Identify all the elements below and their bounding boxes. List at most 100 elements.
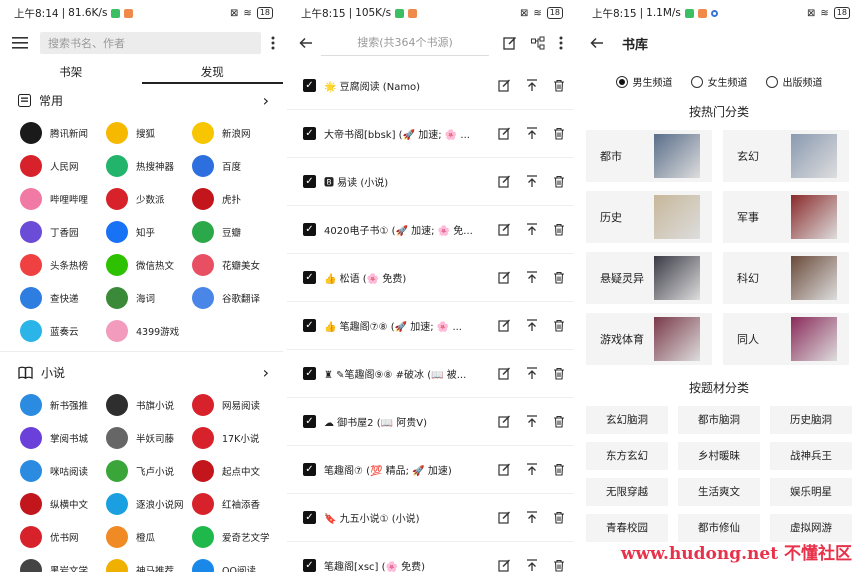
site-item[interactable]: 蓝奏云	[20, 314, 106, 347]
site-item[interactable]: 飞卢小说	[106, 454, 192, 487]
topic-tag[interactable]: 虚拟网游	[770, 514, 852, 542]
category-card[interactable]: 游戏体育	[586, 313, 712, 365]
checkbox[interactable]: ✓	[303, 127, 316, 140]
source-row[interactable]: ✓ ♜ ✎笔趣阁⑨⑧ #破冰 (📖 被...	[287, 350, 573, 398]
site-item[interactable]: 网易阅读	[192, 388, 278, 421]
delete-icon[interactable]	[553, 271, 565, 284]
site-item[interactable]: 优书网	[20, 520, 106, 553]
search-input[interactable]: 搜索书名、作者	[40, 32, 261, 54]
category-card[interactable]: 悬疑灵异	[586, 252, 712, 304]
move-to-top-icon[interactable]	[526, 367, 538, 380]
section-common-header[interactable]: 常用 ›	[0, 84, 283, 116]
more-options-icon[interactable]	[559, 36, 563, 50]
move-to-top-icon[interactable]	[526, 415, 538, 428]
site-item[interactable]: 书旗小说	[106, 388, 192, 421]
group-icon[interactable]	[531, 36, 545, 50]
site-item[interactable]: 黑岩文学	[20, 553, 106, 572]
edit-icon[interactable]	[498, 367, 511, 380]
source-row[interactable]: ✓ 🔖 九五小说① (小说)	[287, 494, 573, 542]
site-item[interactable]: 花瓣美女	[192, 248, 278, 281]
chevron-right-icon[interactable]: ›	[263, 363, 269, 382]
channel-radio[interactable]: 出版频道	[765, 74, 823, 89]
move-to-top-icon[interactable]	[526, 79, 538, 92]
checkbox[interactable]: ✓	[303, 415, 316, 428]
category-card[interactable]: 都市	[586, 130, 712, 182]
site-item[interactable]: 神马推荐	[106, 553, 192, 572]
edit-icon[interactable]	[498, 271, 511, 284]
checkbox[interactable]: ✓	[303, 319, 316, 332]
site-item[interactable]: 微信热文	[106, 248, 192, 281]
move-to-top-icon[interactable]	[526, 127, 538, 140]
edit-icon[interactable]	[498, 175, 511, 188]
search-input[interactable]: 搜索(共364个书源)	[321, 30, 489, 56]
delete-icon[interactable]	[553, 415, 565, 428]
checkbox[interactable]: ✓	[303, 79, 316, 92]
site-item[interactable]: 百度	[192, 149, 278, 182]
category-card[interactable]: 玄幻	[723, 130, 849, 182]
site-item[interactable]: 4399游戏	[106, 314, 192, 347]
channel-radio[interactable]: 女生频道	[690, 74, 748, 89]
topic-tag[interactable]: 娱乐明星	[770, 478, 852, 506]
move-to-top-icon[interactable]	[526, 559, 538, 572]
site-item[interactable]: 查快递	[20, 281, 106, 314]
radio-button-icon[interactable]	[765, 75, 778, 88]
site-item[interactable]: 谷歌翻译	[192, 281, 278, 314]
site-item[interactable]: 豆瓣	[192, 215, 278, 248]
delete-icon[interactable]	[553, 175, 565, 188]
topic-tag[interactable]: 历史脑洞	[770, 406, 852, 434]
topic-tag[interactable]: 都市修仙	[678, 514, 760, 542]
radio-button-icon[interactable]	[615, 75, 628, 88]
checkbox[interactable]: ✓	[303, 463, 316, 476]
topic-tag[interactable]: 都市脑洞	[678, 406, 760, 434]
edit-icon[interactable]	[498, 511, 511, 524]
delete-icon[interactable]	[553, 463, 565, 476]
site-item[interactable]: 掌阅书城	[20, 421, 106, 454]
move-to-top-icon[interactable]	[526, 175, 538, 188]
site-item[interactable]: 腾讯新闻	[20, 116, 106, 149]
more-options-icon[interactable]	[271, 36, 275, 50]
site-item[interactable]: 纵横中文	[20, 487, 106, 520]
category-card[interactable]: 同人	[723, 313, 849, 365]
topic-tag[interactable]: 乡村暖昧	[678, 442, 760, 470]
site-item[interactable]: 搜狐	[106, 116, 192, 149]
site-item[interactable]: QQ阅读	[192, 553, 278, 572]
site-item[interactable]: 红袖添香	[192, 487, 278, 520]
checkbox[interactable]: ✓	[303, 175, 316, 188]
edit-icon[interactable]	[498, 79, 511, 92]
chevron-right-icon[interactable]: ›	[263, 91, 269, 110]
checkbox[interactable]: ✓	[303, 511, 316, 524]
move-to-top-icon[interactable]	[526, 463, 538, 476]
site-item[interactable]: 知乎	[106, 215, 192, 248]
back-arrow-icon[interactable]	[299, 37, 313, 49]
site-item[interactable]: 17K小说	[192, 421, 278, 454]
site-item[interactable]: 橙瓜	[106, 520, 192, 553]
edit-icon[interactable]	[498, 223, 511, 236]
delete-icon[interactable]	[553, 223, 565, 236]
category-card[interactable]: 科幻	[723, 252, 849, 304]
topic-tag[interactable]: 生活爽文	[678, 478, 760, 506]
site-item[interactable]: 起点中文	[192, 454, 278, 487]
source-row[interactable]: ✓ 笔趣阁[xsc] (🌸 免费)	[287, 542, 573, 572]
site-item[interactable]: 头条热榜	[20, 248, 106, 281]
back-arrow-icon[interactable]	[590, 37, 604, 49]
delete-icon[interactable]	[553, 127, 565, 140]
source-row[interactable]: ✓ 笔趣阁⑦ (💯 精品; 🚀 加速)	[287, 446, 573, 494]
topic-tag[interactable]: 青春校园	[586, 514, 668, 542]
move-to-top-icon[interactable]	[526, 319, 538, 332]
topic-tag[interactable]: 东方玄幻	[586, 442, 668, 470]
delete-icon[interactable]	[553, 511, 565, 524]
checkbox[interactable]: ✓	[303, 271, 316, 284]
source-row[interactable]: ✓ 大帝书阁[bbsk] (🚀 加速; 🌸 ...	[287, 110, 573, 158]
site-item[interactable]: 新浪网	[192, 116, 278, 149]
delete-icon[interactable]	[553, 79, 565, 92]
edit-icon[interactable]	[498, 319, 511, 332]
source-row[interactable]: ✓ 👍 松语 (🌸 免费)	[287, 254, 573, 302]
edit-icon[interactable]	[498, 415, 511, 428]
site-item[interactable]: 海词	[106, 281, 192, 314]
checkbox[interactable]: ✓	[303, 559, 316, 572]
topic-tag[interactable]: 玄幻脑洞	[586, 406, 668, 434]
menu-icon[interactable]	[12, 37, 28, 49]
site-item[interactable]: 咪咕阅读	[20, 454, 106, 487]
site-item[interactable]: 爱奇艺文学	[192, 520, 278, 553]
section-novel-header[interactable]: 小说 ›	[0, 356, 283, 388]
